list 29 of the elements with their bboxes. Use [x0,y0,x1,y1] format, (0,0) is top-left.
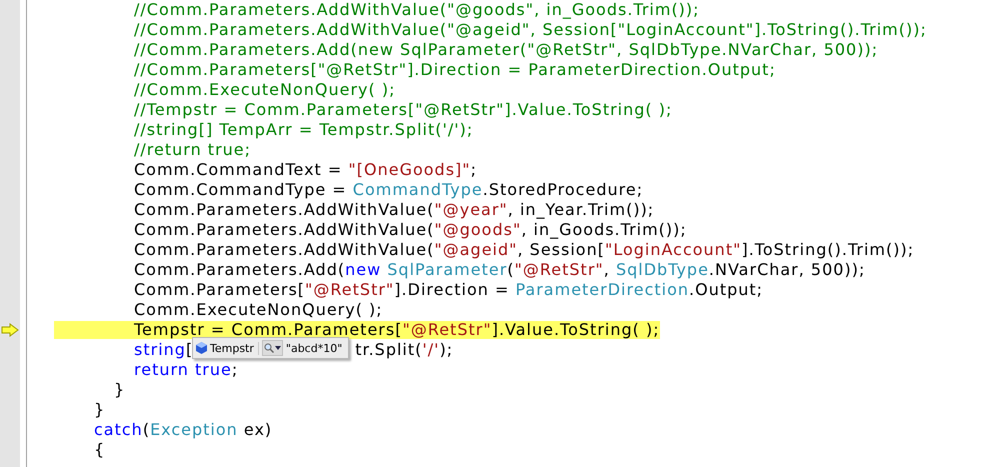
cube-icon [196,342,207,354]
code-fragment: string[ [133,341,194,359]
code-line: //Comm.Parameters.AddWithValue("@ageid", Session["LoginAccount"].ToString().Trim()); [133,21,927,39]
code-line: //Comm.Parameters.AddWithValue("@goods", in_Goods.Trim()); [133,1,700,19]
code-line: } [93,401,106,419]
code-line: //string[] TempArr = Tempstr.Split('/'); [133,121,474,139]
code-line: Comm.Parameters.AddWithValue("@year", in_Year.Trim()); [133,201,654,219]
search-icon [264,343,274,353]
variable-name: Tempstr [210,342,259,354]
code-line: Comm.CommandText = "[OneGoods]"; [133,161,478,179]
code-line: Comm.Parameters.Add(new SqlParameter("@RetStr", SqlDbType.NVarChar, 500)); [133,261,866,279]
code-line: Comm.CommandType = CommandType.StoredProcedure; [133,181,644,199]
code-line: return true; [133,361,238,379]
code-line: //return true; [133,141,252,159]
code-fragment: tr.Split('/'); [355,341,454,359]
code-line: //Comm.ExecuteNonQuery( ); [133,81,396,99]
caret-icon [274,346,281,350]
code-line: //Tempstr = Comm.Parameters["@RetStr"].Value.ToString( ); [133,101,672,119]
visualizer-button[interactable] [262,340,283,356]
variable-value: "abcd*10" [286,342,342,354]
code-line: catch(Exception ex) [93,421,272,439]
code-line: Comm.Parameters["@RetStr"].Direction = ParameterDirection.Output; [133,281,764,299]
code-line: } [113,381,126,399]
code-line: //Comm.Parameters["@RetStr"].Direction = ParameterDirection.Output; [133,61,776,79]
code-line: { [93,441,106,459]
code-line: Comm.Parameters.AddWithValue("@ageid", Session["LoginAccount"].ToString().Trim()); [133,241,914,259]
code-line: //Comm.Parameters.Add(new SqlParameter("@RetStr", SqlDbType.NVarChar, 500)); [133,41,878,59]
code-line: Comm.Parameters.AddWithValue("@goods", in_Goods.Trim()); [133,221,687,239]
code-line: Comm.ExecuteNonQuery( ); [133,301,383,319]
